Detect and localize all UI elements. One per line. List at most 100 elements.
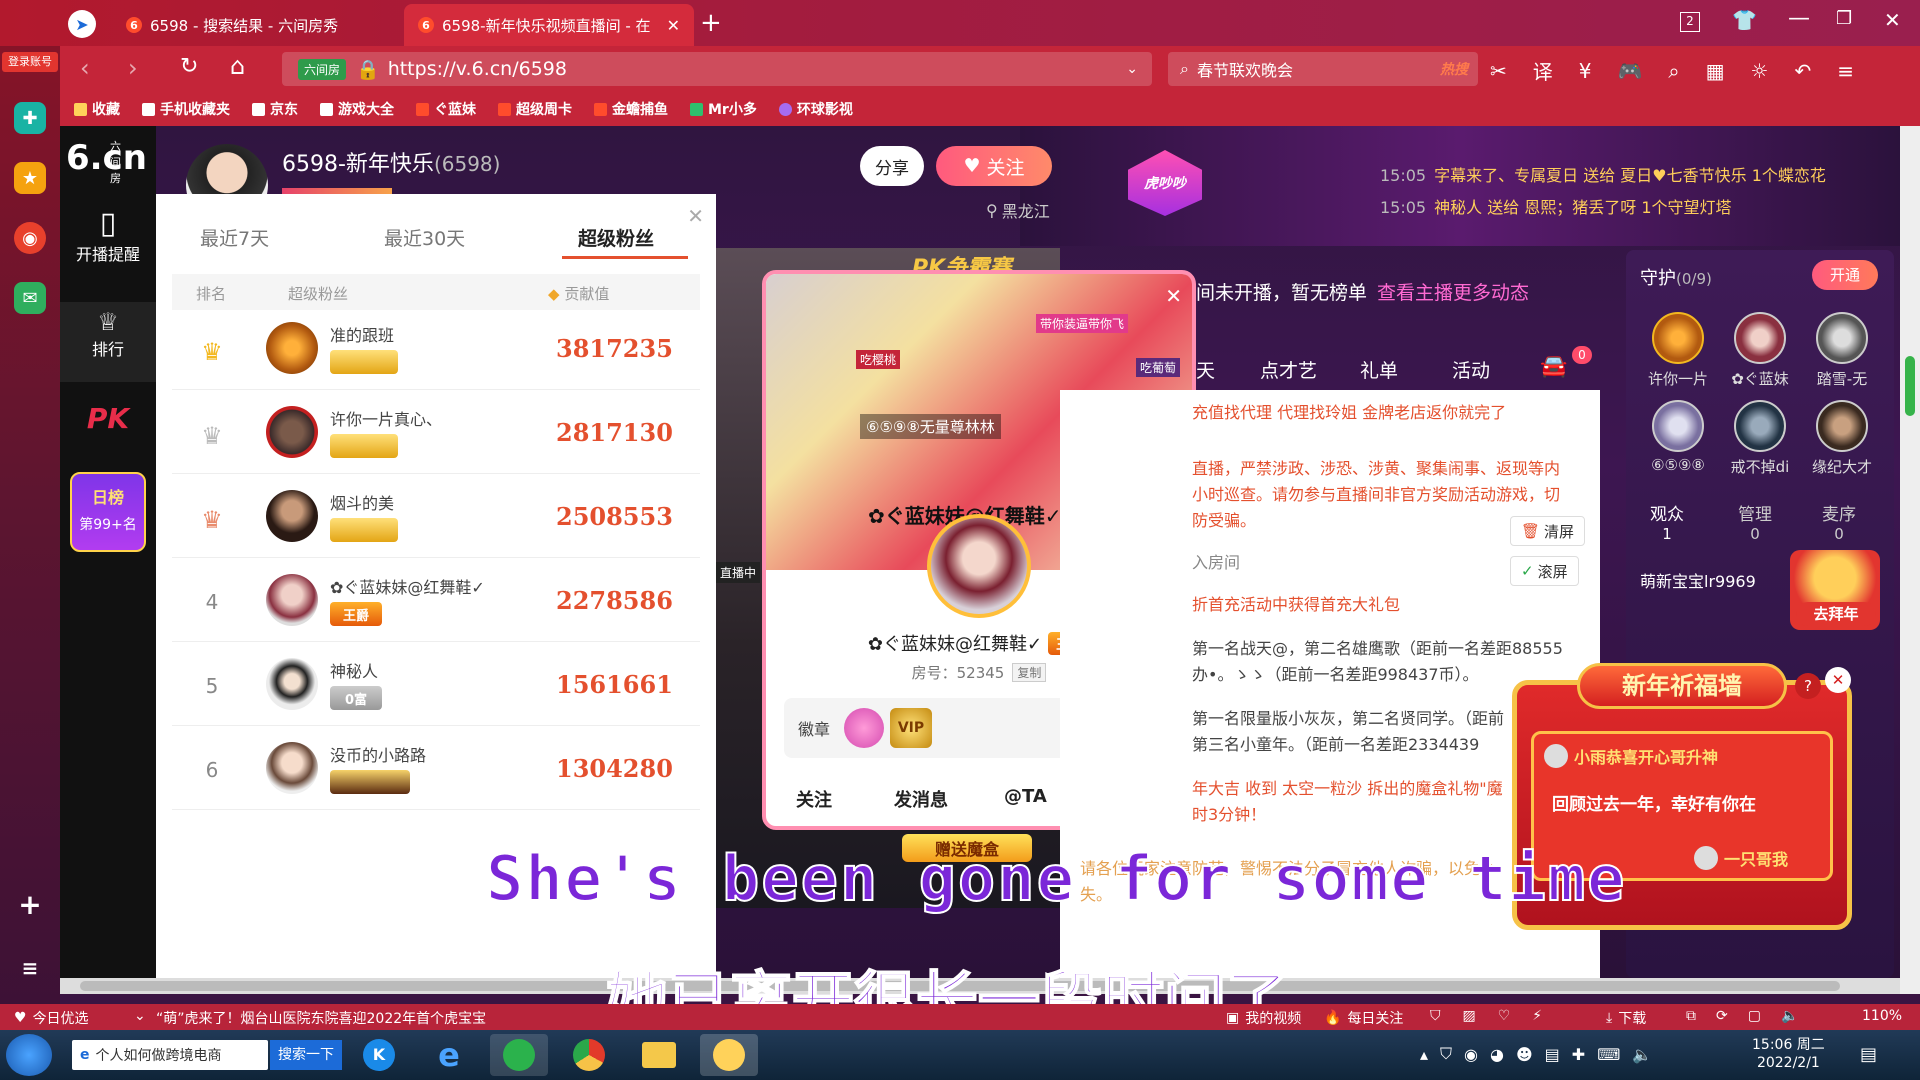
daily-focus[interactable]: 🔥 每日关注: [1324, 1008, 1403, 1028]
fan-name[interactable]: 准的跟班: [330, 322, 394, 346]
bookmark-favorites[interactable]: 收藏: [74, 99, 120, 119]
close-blessing-icon[interactable]: ✕: [1825, 667, 1851, 693]
table-row[interactable]: ♛ 烟斗的美 2508553: [172, 478, 700, 558]
skin-icon[interactable]: 👕: [1732, 8, 1757, 32]
taskbar-search-button[interactable]: 搜索一下: [270, 1040, 342, 1070]
daily-rank-badge[interactable]: 日榜 第99+名: [70, 472, 146, 552]
dropdown-icon[interactable]: ⌄: [1126, 61, 1138, 77]
table-row[interactable]: 5 神秘人 0富 1561661: [172, 646, 700, 726]
k-app-icon[interactable]: K: [350, 1034, 408, 1076]
hot-search-label[interactable]: 热搜: [1440, 59, 1468, 79]
avatar[interactable]: [266, 406, 318, 458]
forward-icon[interactable]: ›: [128, 54, 138, 82]
avatar[interactable]: [266, 322, 318, 374]
table-row[interactable]: ♛ 许你一片真心、 2817130: [172, 394, 700, 474]
car-icon[interactable]: 🚘: [1540, 354, 1567, 379]
heart-outline-icon[interactable]: ♡: [1498, 1008, 1511, 1024]
grid-icon[interactable]: ▦: [1706, 59, 1725, 83]
tab-recent-30-days[interactable]: 最近30天: [384, 224, 465, 251]
notification-icon[interactable]: ▤: [1860, 1044, 1877, 1065]
fan-name[interactable]: ✿ぐ蓝妹妹@红舞鞋✓: [330, 574, 485, 598]
green-browser-icon[interactable]: [490, 1034, 548, 1076]
download-button[interactable]: ⤓ 下载: [1606, 1008, 1646, 1028]
guard-member[interactable]: 许你一片: [1638, 312, 1718, 389]
guard-member[interactable]: ✿ぐ蓝妹: [1720, 312, 1800, 389]
follow-button[interactable]: ♥ 关注: [936, 146, 1052, 186]
tray-browser-icon[interactable]: ◉: [1464, 1045, 1478, 1064]
clock[interactable]: 15:06 周二 2022/2/1: [1752, 1036, 1825, 1072]
chrome-icon[interactable]: [560, 1034, 618, 1076]
help-icon[interactable]: ?: [1795, 673, 1821, 699]
brightness-icon[interactable]: ☼: [1751, 59, 1769, 83]
close-card-icon[interactable]: ✕: [1165, 284, 1182, 308]
viewer-item[interactable]: 萌新宝宝lr9969: [1640, 568, 1756, 592]
main-menu-icon[interactable]: ≡: [1837, 59, 1854, 83]
bookmark-mobile[interactable]: 手机收藏夹: [142, 99, 230, 119]
live-app-icon[interactable]: [700, 1034, 758, 1076]
tab-search-results[interactable]: 6 6598 - 搜索结果 - 六间房秀: [112, 4, 402, 46]
back-icon[interactable]: ‹: [80, 54, 90, 82]
undo-icon[interactable]: ↶: [1794, 59, 1811, 83]
sidebar-item-rank[interactable]: ♕ 排行: [60, 302, 156, 382]
guard-member[interactable]: ⑥⑤⑨⑧: [1638, 400, 1718, 474]
tab-mic-queue[interactable]: 麦序 0: [1822, 500, 1856, 543]
translate-icon[interactable]: 译: [1533, 56, 1553, 85]
notice-link[interactable]: 查看主播更多动态: [1377, 282, 1529, 304]
close-panel-icon[interactable]: ✕: [687, 204, 704, 228]
taskbar-search-input[interactable]: e 个人如何做跨境电商: [72, 1040, 268, 1070]
today-picks[interactable]: ♥ 今日优选: [14, 1008, 89, 1028]
new-tab-icon[interactable]: +: [700, 8, 722, 38]
avatar[interactable]: [266, 742, 318, 794]
card-avatar[interactable]: [927, 514, 1031, 618]
chevron-down-icon[interactable]: ⌄: [134, 1008, 146, 1024]
menu-icon[interactable]: ≡: [14, 952, 46, 984]
tray-plus-icon[interactable]: ✚: [1572, 1045, 1585, 1064]
sidebar-item-pk[interactable]: PK: [60, 402, 156, 435]
avatar[interactable]: [266, 490, 318, 542]
avatar[interactable]: [266, 574, 318, 626]
window-icon[interactable]: ▢: [1748, 1008, 1761, 1024]
magnifier-icon[interactable]: ⌕: [1668, 59, 1679, 83]
tab-audience[interactable]: 观众 1: [1650, 500, 1684, 543]
fan-name[interactable]: 没币的小路路: [330, 742, 426, 766]
copy-button[interactable]: 复制: [1012, 663, 1047, 682]
search-input[interactable]: ⌕ 春节联欢晚会 热搜: [1168, 52, 1478, 86]
minimize-icon[interactable]: —: [1788, 6, 1810, 31]
refresh-icon[interactable]: ↻: [180, 54, 198, 79]
tab-chat[interactable]: 天: [1196, 356, 1215, 383]
my-video[interactable]: ▣ 我的视频: [1226, 1008, 1301, 1028]
fan-name[interactable]: 神秘人: [330, 658, 378, 682]
weibo-icon[interactable]: ◉: [14, 222, 46, 254]
guard-member[interactable]: 缘纪大才: [1802, 400, 1882, 477]
plugin-icon[interactable]: ✚: [14, 102, 46, 134]
shield-icon[interactable]: ⛉: [1430, 1008, 1441, 1024]
image-icon[interactable]: ▨: [1463, 1008, 1476, 1024]
tab-super-fans[interactable]: 超级粉丝: [578, 224, 654, 251]
new-year-visit-button[interactable]: 去拜年: [1796, 602, 1876, 626]
gamepad-icon[interactable]: 🎮: [1618, 59, 1643, 83]
sync-icon[interactable]: ⟳: [1716, 1008, 1728, 1024]
tab-gift-list[interactable]: 礼单: [1360, 356, 1398, 383]
mention-button[interactable]: @TA: [1004, 786, 1047, 807]
scissors-icon[interactable]: ✂: [1490, 59, 1507, 83]
send-message-button[interactable]: 发消息: [894, 786, 948, 812]
home-icon[interactable]: ⌂: [230, 52, 245, 80]
add-icon[interactable]: +: [14, 888, 46, 921]
login-button[interactable]: 登录账号: [2, 52, 58, 72]
fan-name[interactable]: 许你一片真心、: [330, 406, 442, 430]
sidebar-item-reminder[interactable]: ▯ 开播提醒: [60, 206, 156, 265]
start-button[interactable]: [6, 1034, 52, 1076]
bookmark-movies[interactable]: 环球影视: [778, 99, 853, 119]
tab-talent[interactable]: 点才艺: [1260, 356, 1317, 383]
tab-recent-7-days[interactable]: 最近7天: [200, 224, 269, 251]
tray-qq-icon[interactable]: ◕: [1490, 1045, 1504, 1064]
navigator-icon[interactable]: ➤: [68, 10, 96, 38]
coin-icon[interactable]: ¥: [1579, 59, 1592, 83]
card-follow-button[interactable]: 关注: [796, 786, 832, 812]
mail-icon[interactable]: ✉: [14, 282, 46, 314]
speed-icon[interactable]: ⚡: [1532, 1008, 1542, 1024]
tray-shield-icon[interactable]: ⛉: [1440, 1044, 1452, 1064]
fan-name[interactable]: 烟斗的美: [330, 490, 394, 514]
table-row[interactable]: 6 没币的小路路 1304280: [172, 730, 700, 810]
tray-volume-icon[interactable]: 🔈: [1632, 1045, 1652, 1064]
